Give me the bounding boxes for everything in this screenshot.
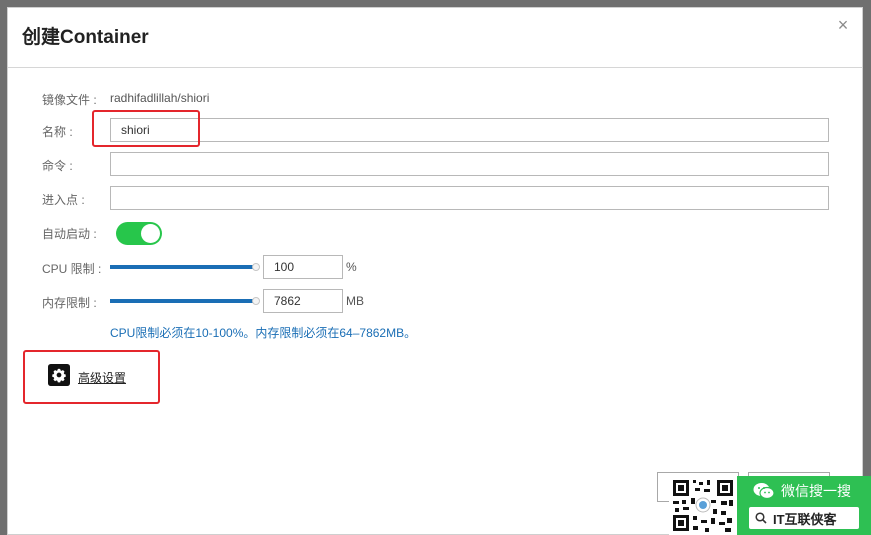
name-input[interactable] [110,118,829,142]
cpu-slider-track [110,265,256,269]
cpu-input[interactable] [263,255,343,279]
cpu-slider[interactable] [110,261,260,273]
autostart-label: 自动启动 : [42,227,97,241]
limits-hint: CPU限制必须在10-100%。内存限制必须在64–7862MB。 [110,326,417,340]
header-divider [8,67,862,68]
name-label: 名称 : [42,125,73,139]
highlight-advanced-settings [23,350,160,404]
toggle-knob [141,224,160,243]
close-button[interactable]: × [834,16,852,34]
memory-input[interactable] [263,289,343,313]
wechat-icon [753,483,775,500]
entrypoint-label: 进入点 : [42,193,85,207]
autostart-toggle[interactable] [116,222,162,245]
image-value: radhifadlillah/shiori [110,91,210,105]
memory-unit: MB [346,294,364,308]
search-box: IT互联侠客 [749,507,859,529]
dialog-title: 创建Container [22,27,149,48]
memory-label: 内存限制 : [42,296,97,310]
wechat-watermark: 微信搜一搜 IT互联侠客 [669,476,871,535]
image-label: 镜像文件 : [42,93,97,107]
cpu-slider-thumb[interactable] [252,263,260,271]
memory-slider-track [110,299,256,303]
memory-slider[interactable] [110,295,260,307]
cpu-label: CPU 限制 : [42,262,102,276]
command-input[interactable] [110,152,829,176]
qr-code [669,476,737,535]
search-term: IT互联侠客 [773,511,837,527]
wechat-search-banner: 微信搜一搜 IT互联侠客 [737,476,871,535]
create-container-dialog: 创建Container × 镜像文件 : radhifadlillah/shio… [7,7,863,535]
search-icon [755,512,767,524]
cpu-unit: % [346,260,357,274]
highlight-name-field [92,110,200,147]
entrypoint-input[interactable] [110,186,829,210]
wechat-search-text: 微信搜一搜 [781,483,851,499]
command-label: 命令 : [42,159,73,173]
memory-slider-thumb[interactable] [252,297,260,305]
